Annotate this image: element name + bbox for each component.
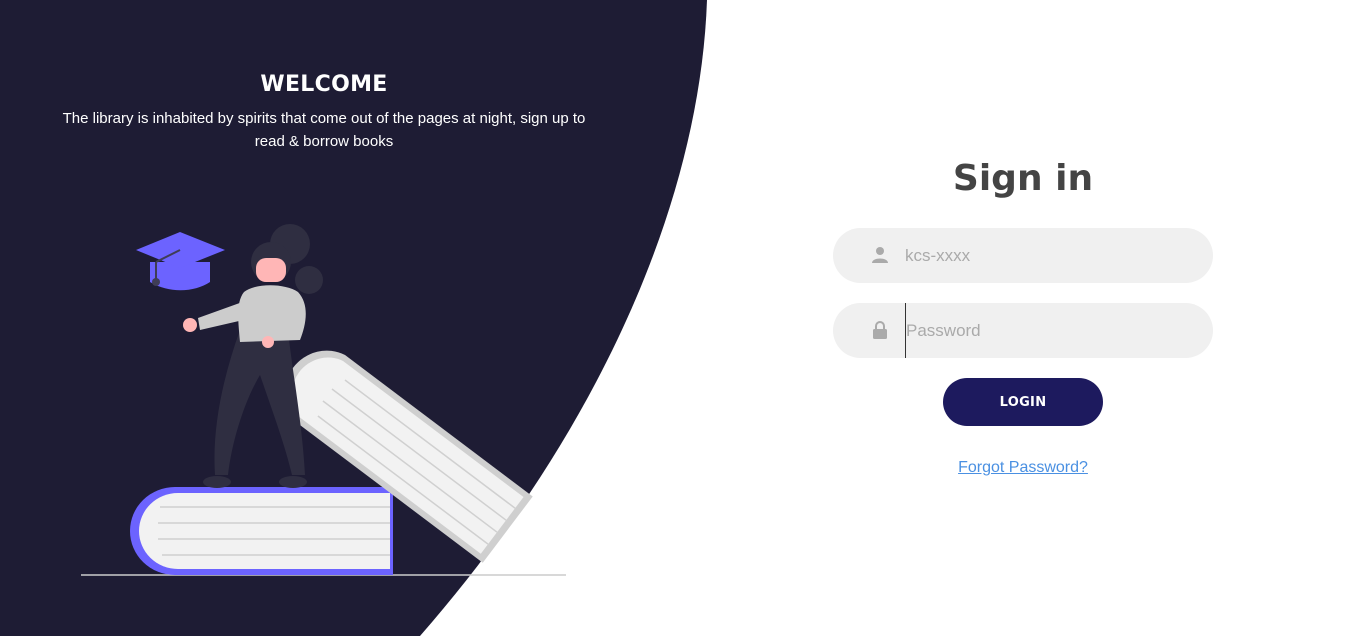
bottom-book-icon <box>130 487 393 575</box>
user-icon <box>872 247 888 263</box>
lock-icon <box>873 321 887 339</box>
username-field[interactable] <box>833 228 1213 283</box>
password-input[interactable] <box>905 303 1195 358</box>
password-field[interactable] <box>833 303 1213 358</box>
username-input[interactable] <box>905 228 1195 283</box>
graduation-cap-icon <box>136 232 225 291</box>
login-button[interactable]: LOGIN <box>943 378 1103 426</box>
forgot-password-link[interactable]: Forgot Password? <box>833 459 1213 477</box>
signin-title: Sign in <box>952 158 1094 199</box>
